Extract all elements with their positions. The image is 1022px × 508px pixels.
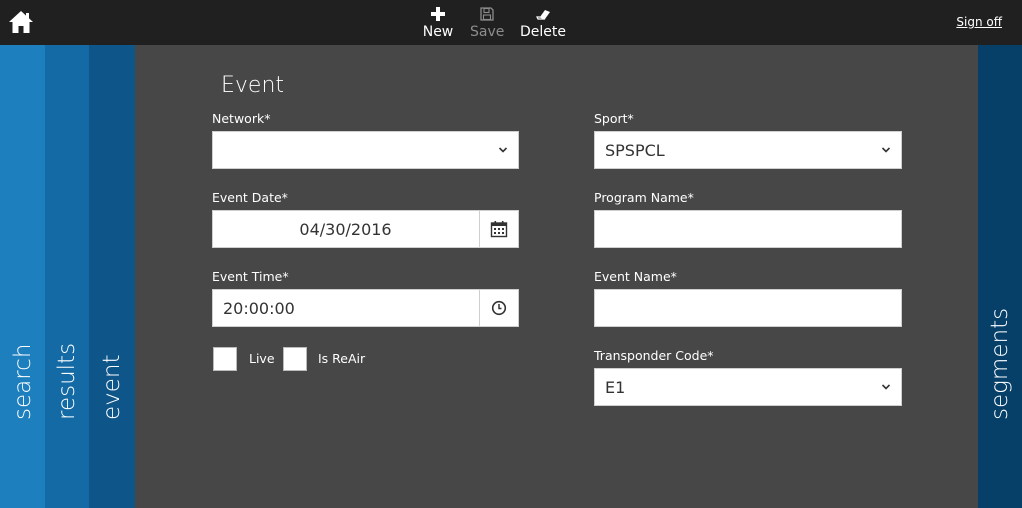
event-date-field[interactable]: 04/30/2016 xyxy=(212,210,519,248)
program-name-input[interactable] xyxy=(594,210,902,248)
save-button-label: Save xyxy=(470,24,505,40)
delete-button[interactable]: Delete xyxy=(520,6,566,40)
is-reair-label: Is ReAir xyxy=(318,351,366,366)
floppy-disk-icon xyxy=(480,7,494,21)
new-button[interactable]: New xyxy=(422,6,454,40)
live-checkbox[interactable] xyxy=(213,347,237,371)
event-date-label: Event Date* xyxy=(212,190,288,205)
plus-icon xyxy=(431,7,445,21)
save-button[interactable]: Save xyxy=(470,6,504,40)
transponder-code-select[interactable]: E1 xyxy=(594,368,902,406)
network-label: Network* xyxy=(212,111,271,126)
clock-button[interactable] xyxy=(479,290,518,326)
transponder-code-value: E1 xyxy=(605,377,626,397)
event-time-field[interactable]: 20:00:00 xyxy=(212,289,519,327)
top-toolbar: New Save Delete Sign off xyxy=(0,0,1022,45)
network-select[interactable] xyxy=(212,131,519,169)
eraser-icon xyxy=(536,10,550,20)
tab-results-label: results xyxy=(54,342,80,420)
tab-results[interactable]: results xyxy=(45,45,89,508)
page-title: Event xyxy=(221,73,285,98)
event-time-value: 20:00:00 xyxy=(223,298,295,318)
sign-off-link[interactable]: Sign off xyxy=(956,15,1002,29)
tab-search-label: search xyxy=(9,343,36,420)
chevron-down-icon xyxy=(881,384,891,390)
sport-select[interactable]: SPSPCL xyxy=(594,131,902,169)
tab-search[interactable]: search xyxy=(0,45,45,508)
tab-event[interactable]: event xyxy=(89,45,135,508)
tab-segments[interactable]: segments xyxy=(978,45,1022,508)
delete-button-label: Delete xyxy=(520,24,566,40)
chevron-down-icon xyxy=(881,147,891,153)
sport-label: Sport* xyxy=(594,111,634,126)
chevron-down-icon xyxy=(498,147,508,153)
clock-icon xyxy=(491,300,507,316)
program-name-label: Program Name* xyxy=(594,190,694,205)
tab-event-label: event xyxy=(99,354,125,420)
event-date-value: 04/30/2016 xyxy=(299,219,392,239)
transponder-code-label: Transponder Code* xyxy=(594,348,714,363)
event-time-label: Event Time* xyxy=(212,269,289,284)
calendar-button[interactable] xyxy=(479,211,518,247)
is-reair-checkbox[interactable] xyxy=(283,347,307,371)
tab-segments-label: segments xyxy=(987,307,1013,420)
calendar-icon xyxy=(490,221,508,238)
event-form: Event Network* Event Date* 04/30/2016 Ev… xyxy=(135,45,978,508)
sport-value: SPSPCL xyxy=(605,140,665,160)
home-icon[interactable] xyxy=(8,9,34,35)
live-label: Live xyxy=(249,351,275,366)
event-name-input[interactable] xyxy=(594,289,902,327)
event-name-label: Event Name* xyxy=(594,269,677,284)
new-button-label: New xyxy=(422,24,454,40)
